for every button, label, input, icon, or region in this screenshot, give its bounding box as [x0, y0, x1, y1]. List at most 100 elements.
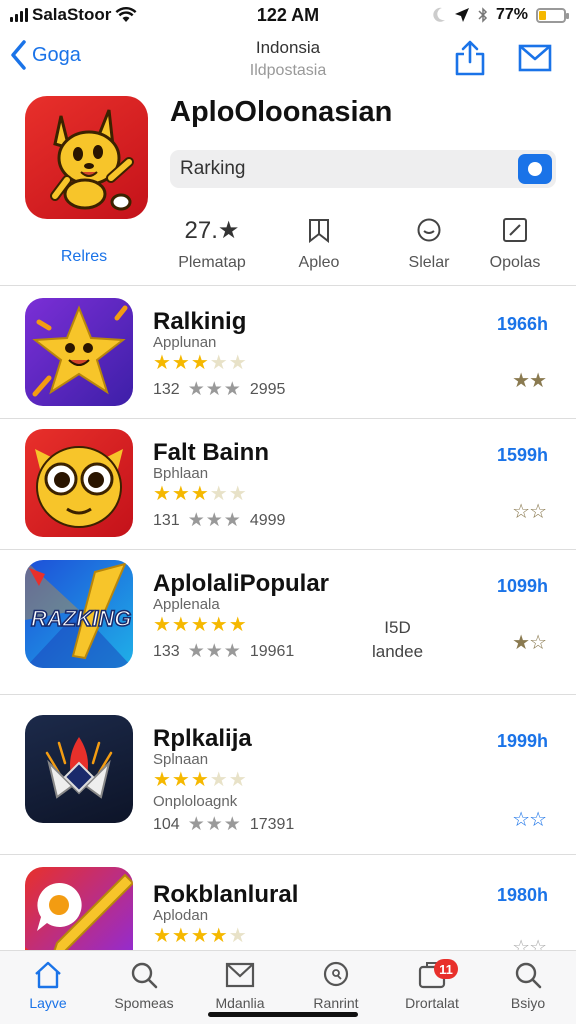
smile-icon: [417, 218, 441, 242]
stat-label: Apleo: [298, 254, 340, 271]
edit-icon: [503, 218, 527, 242]
ranking-banner-icon: RAZKING: [25, 560, 133, 668]
app-icon: [25, 298, 133, 406]
star-mascot-icon: [32, 305, 128, 397]
stat-slelar[interactable]: Slelar: [384, 214, 474, 272]
cat-mascot-icon: [35, 446, 123, 528]
status-bar: SalaStoor 122 AM 77%: [0, 0, 576, 30]
app-category: Aplodan: [153, 907, 209, 924]
share-icon: [455, 40, 485, 76]
stat-label: Opolas: [489, 254, 541, 271]
app-meta: 133 ★★★ 19961: [153, 640, 294, 663]
rocket-icon: [45, 737, 113, 799]
app-category: Applunan: [153, 334, 217, 351]
stat-label: Plematap: [178, 254, 246, 271]
wifi-icon: [115, 7, 137, 22]
favorite-stars-icon[interactable]: ☆☆: [512, 499, 547, 524]
meta-number: 133: [153, 642, 180, 660]
app-category: Applenala: [153, 596, 220, 613]
battery-icon: [536, 7, 569, 23]
bluetooth-icon: [478, 7, 488, 23]
home-indicator: [208, 1012, 358, 1017]
get-button[interactable]: 1980h: [497, 885, 548, 906]
list-item[interactable]: Ralkinig Applunan ★★★★★ 132 ★★★ 2995 196…: [0, 288, 576, 419]
location-icon: [454, 8, 469, 22]
moon-icon: [433, 7, 445, 22]
app-icon-label[interactable]: Relres: [25, 248, 143, 266]
stat-label: Slelar: [408, 254, 450, 271]
review-count: 17391: [249, 815, 295, 833]
star-rating: ★★★★★: [153, 925, 248, 947]
star-rating: ★★★★★: [153, 352, 248, 374]
app-icon: RAZKING: [25, 560, 133, 668]
list-item[interactable]: Rplkalija Splnaan ★★★★★ Onploloagnk 104 …: [0, 695, 576, 855]
app-meta: 132 ★★★ 2995: [153, 378, 285, 401]
get-button[interactable]: 1966h: [497, 314, 548, 335]
gray-stars-icon: ★★★: [187, 641, 242, 662]
tab-label: Ranrint: [313, 995, 359, 1011]
meta-number: 132: [153, 380, 180, 398]
clock: 122 AM: [256, 4, 320, 25]
app-icon[interactable]: [25, 96, 148, 219]
gray-stars-icon: ★★★: [187, 510, 242, 531]
review-count: 2995: [249, 380, 286, 398]
svg-text:RAZKING: RAZKING: [31, 606, 131, 631]
nav-title: Indonsia Ildpostasia: [0, 38, 576, 80]
get-button[interactable]: 1099h: [497, 576, 548, 597]
stats-row: 27.★ Plematap Apleo Slelar Opolas: [170, 214, 556, 272]
app-header: Relres AploOloonasian Rarking 27.★ Plema…: [0, 96, 576, 286]
app-name: Rokblanlural: [153, 881, 299, 908]
get-button[interactable]: 1599h: [497, 445, 548, 466]
search-field[interactable]: Rarking: [170, 150, 556, 188]
tab-label: Spomeas: [114, 995, 174, 1011]
tab-bsiyo[interactable]: Bsiyo: [480, 951, 576, 1024]
app-meta: 131 ★★★ 4999: [153, 509, 285, 532]
search-icon: [515, 962, 542, 989]
home-icon: [35, 961, 61, 989]
bookmark-icon: [309, 219, 329, 243]
gray-stars-icon: ★★★: [187, 379, 242, 400]
app-icon: [25, 715, 133, 823]
review-count: 19961: [249, 642, 295, 660]
meta-number: 104: [153, 815, 180, 833]
app-name: Falt Bainn: [153, 439, 270, 466]
search-circle-icon: [323, 961, 349, 987]
age-rating: I5D: [384, 618, 411, 637]
nav-bar: Goga Indonsia Ildpostasia: [0, 34, 576, 86]
battery-percent: 77%: [495, 6, 528, 23]
favorite-stars-icon[interactable]: ☆☆: [512, 807, 547, 832]
tab-drortalat[interactable]: 11 Drortalat: [384, 951, 480, 1024]
tab-label: Bsiyo: [510, 995, 546, 1011]
notification-badge: 11: [434, 959, 458, 979]
rating-value: 27.★: [184, 216, 240, 244]
search-icon: [131, 962, 158, 989]
tab-layve[interactable]: Layve: [0, 951, 96, 1024]
tab-spomeas[interactable]: Spomeas: [96, 951, 192, 1024]
age-rating-block: I5D landee: [372, 616, 423, 664]
stat-options[interactable]: Opolas: [474, 214, 556, 272]
star-rating: ★★★★★: [153, 769, 248, 791]
search-toggle-button[interactable]: [518, 154, 552, 184]
meta-number: 131: [153, 511, 180, 529]
star-rating: ★★★★★: [153, 614, 248, 636]
nav-subtitle-text: Ildpostasia: [249, 62, 327, 79]
gray-stars-icon: ★★★: [187, 814, 242, 835]
list-item[interactable]: RAZKING AplolaliPopular Applenala ★★★★★ …: [0, 550, 576, 695]
app-icon: [25, 429, 133, 537]
mail-icon: [225, 962, 255, 988]
mail-button[interactable]: [518, 44, 552, 77]
review-count: 4999: [249, 511, 286, 529]
stat-apps[interactable]: Apleo: [254, 214, 384, 272]
mail-icon: [518, 44, 552, 72]
stat-rating[interactable]: 27.★ Plematap: [170, 214, 254, 272]
age-rating-label: landee: [372, 642, 424, 661]
share-button[interactable]: [454, 40, 486, 81]
favorite-stars-icon[interactable]: ★★: [512, 368, 547, 393]
app-category: Bphlaan: [153, 465, 209, 482]
app-title: AploOloonasian: [170, 96, 393, 128]
circle-icon: [528, 162, 542, 176]
tab-label: Drortalat: [405, 995, 459, 1011]
favorite-stars-icon[interactable]: ★☆: [512, 630, 547, 655]
list-item[interactable]: Falt Bainn Bphlaan ★★★★★ 131 ★★★ 4999 15…: [0, 419, 576, 550]
get-button[interactable]: 1999h: [497, 731, 548, 752]
